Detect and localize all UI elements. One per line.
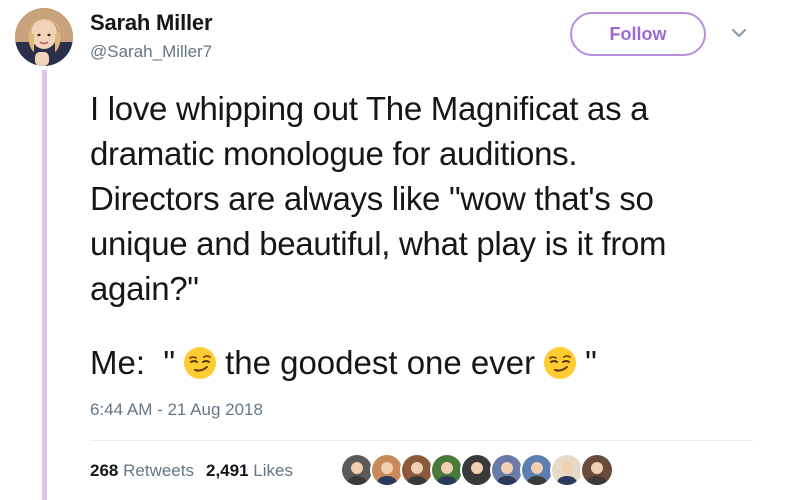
tweet-text-line: dramatic monologue for auditions.: [90, 135, 578, 172]
user-avatar-photo-icon: [15, 8, 73, 66]
author-name[interactable]: Sarah Miller: [90, 10, 213, 36]
reply-middle: the goodest one ever: [225, 344, 536, 381]
likes-count: 2,491: [205, 461, 249, 480]
tweet-stats: 268 Retweets 2,491 Likes: [90, 461, 293, 481]
liker-avatar-1-icon[interactable]: [340, 453, 374, 487]
liker-avatar-2-icon[interactable]: [370, 453, 404, 487]
retweets-stat[interactable]: 268 Retweets: [90, 461, 194, 481]
smirking-face-emoji-icon: [183, 346, 217, 380]
liker-avatars: [340, 453, 614, 487]
author-avatar[interactable]: [15, 8, 73, 66]
liker-avatar-9-icon[interactable]: [580, 453, 614, 487]
tweet-timestamp[interactable]: 6:44 AM - 21 Aug 2018: [90, 400, 263, 420]
liker-avatar-8-icon[interactable]: [550, 453, 584, 487]
reply-prefix: Me: ": [90, 344, 176, 381]
liker-avatar-6-icon[interactable]: [490, 453, 524, 487]
tweet-text-line: I love whipping out The Magnificat as a: [90, 90, 649, 127]
follow-button[interactable]: Follow: [570, 12, 706, 56]
liker-avatar-3-icon[interactable]: [400, 453, 434, 487]
liker-avatar-7-icon[interactable]: [520, 453, 554, 487]
tweet-text-line: unique and beautiful, what play is it fr…: [90, 225, 667, 262]
retweets-count: 268: [90, 461, 119, 480]
chevron-down-icon[interactable]: [730, 26, 748, 40]
liker-avatar-5-icon[interactable]: [460, 453, 494, 487]
tweet-text-line: again?": [90, 270, 199, 307]
retweets-label: Retweets: [123, 461, 194, 480]
divider: [90, 440, 753, 441]
tweet-card: Sarah Miller @Sarah_Miller7 Follow I lov…: [0, 0, 800, 500]
likes-stat[interactable]: 2,491 Likes: [206, 461, 293, 481]
author-handle[interactable]: @Sarah_Miller7: [90, 42, 212, 62]
tweet-text: I love whipping out The Magnificat as a …: [90, 86, 770, 311]
smirking-face-emoji-icon: [543, 346, 577, 380]
tweet-reply-line: Me: " the goodest one ever ": [90, 340, 597, 385]
thread-line: [42, 70, 47, 500]
likes-label: Likes: [253, 461, 293, 480]
liker-avatar-4-icon[interactable]: [430, 453, 464, 487]
reply-suffix: ": [585, 344, 597, 381]
tweet-text-line: Directors are always like "wow that's so: [90, 180, 654, 217]
